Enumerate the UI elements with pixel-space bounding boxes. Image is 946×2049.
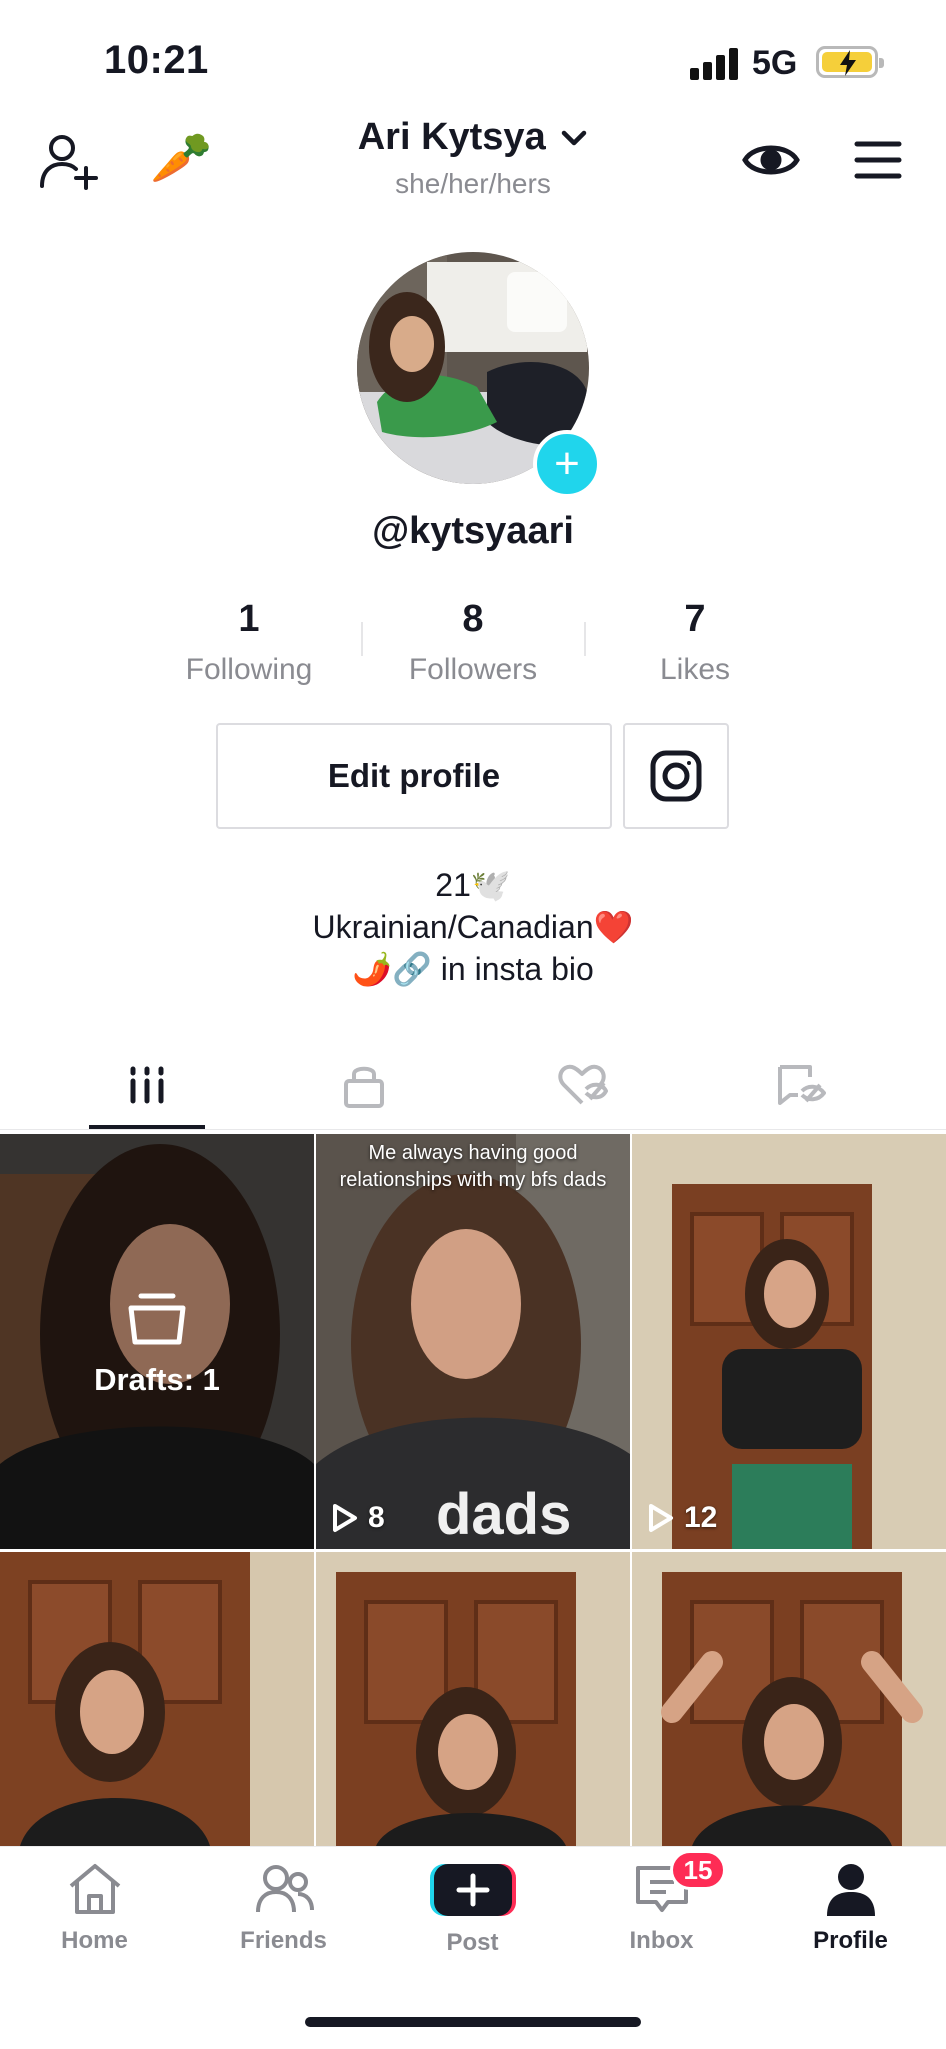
tab-private[interactable] bbox=[246, 1040, 482, 1130]
nav-post-label: Post bbox=[446, 1929, 499, 1956]
nav-inbox-label: Inbox bbox=[629, 1927, 694, 1954]
play-icon bbox=[333, 1504, 357, 1532]
nav-home[interactable]: Home bbox=[0, 1862, 189, 1955]
profile-person-icon bbox=[826, 1864, 875, 1916]
battery-icon bbox=[816, 46, 884, 78]
video-tile[interactable] bbox=[0, 1552, 314, 1846]
drafts-label: Drafts: 1 bbox=[94, 1362, 220, 1397]
nav-friends[interactable]: Friends bbox=[189, 1862, 378, 1955]
post-plus-icon bbox=[429, 1864, 516, 1916]
stat-likes-label: Likes bbox=[659, 653, 731, 686]
home-icon bbox=[69, 1864, 120, 1914]
nav-profile[interactable]: Profile bbox=[756, 1862, 945, 1955]
video-tile[interactable] bbox=[632, 1552, 946, 1846]
nav-home-label: Home bbox=[61, 1927, 128, 1954]
display-name: Ari Kytsya bbox=[357, 116, 546, 158]
bio-line: 🌶️🔗 in insta bio bbox=[352, 951, 594, 987]
friends-icon bbox=[255, 1865, 314, 1913]
view-count-value: 12 bbox=[684, 1501, 718, 1534]
stat-following-label: Following bbox=[185, 653, 313, 686]
nav-profile-label: Profile bbox=[813, 1927, 888, 1954]
status-time: 10:21 bbox=[104, 38, 209, 82]
tab-videos[interactable] bbox=[29, 1040, 265, 1130]
video-tile[interactable]: dads Me always having good relationships… bbox=[316, 1134, 630, 1549]
username: @kytsyaari bbox=[372, 510, 574, 552]
grid-bars-icon bbox=[130, 1066, 164, 1104]
stat-likes[interactable]: 7 Likes bbox=[585, 598, 805, 687]
profile-views-eye-icon[interactable] bbox=[742, 136, 800, 189]
tab-liked[interactable] bbox=[464, 1040, 700, 1130]
tile-caption: Me always having good relationships with… bbox=[339, 1142, 607, 1191]
stat-followers-value: 8 bbox=[462, 598, 484, 640]
video-tile[interactable] bbox=[316, 1552, 630, 1846]
inbox-badge: 15 bbox=[670, 1850, 726, 1890]
nav-inbox[interactable]: Inbox bbox=[567, 1862, 756, 1955]
view-count: 12 bbox=[648, 1501, 717, 1535]
instagram-button[interactable] bbox=[623, 723, 729, 829]
chevron-down-icon bbox=[562, 130, 587, 146]
bio-line: 21🕊️ bbox=[435, 867, 511, 903]
drafts-box-icon bbox=[128, 1293, 186, 1345]
view-count-value: 8 bbox=[368, 1501, 385, 1534]
menu-icon[interactable] bbox=[854, 140, 902, 185]
add-avatar-button[interactable]: + bbox=[533, 430, 601, 498]
home-indicator bbox=[305, 2017, 641, 2027]
nav-post[interactable]: Post bbox=[378, 1862, 567, 1957]
video-tile[interactable]: 12 bbox=[632, 1134, 946, 1549]
drafts-tile[interactable]: Drafts: 1 bbox=[0, 1134, 314, 1549]
lock-icon bbox=[344, 1066, 384, 1108]
tab-favorites-hidden[interactable] bbox=[682, 1040, 918, 1130]
stat-likes-value: 7 bbox=[684, 598, 706, 640]
divider bbox=[0, 1129, 946, 1130]
display-name-switcher[interactable]: Ari Kytsya bbox=[0, 116, 946, 159]
signal-icon bbox=[690, 48, 742, 80]
hidden-heart-icon bbox=[558, 1064, 608, 1105]
stat-following-value: 1 bbox=[238, 598, 260, 640]
svg-text:dads: dads bbox=[436, 1482, 571, 1547]
stat-followers[interactable]: 8 Followers bbox=[363, 598, 583, 687]
nav-friends-label: Friends bbox=[240, 1927, 327, 1954]
network-label: 5G bbox=[752, 44, 798, 82]
pronouns: she/her/hers bbox=[395, 168, 551, 199]
bio-line: Ukrainian/Canadian❤️ bbox=[312, 909, 634, 945]
hidden-bookmark-icon bbox=[778, 1065, 826, 1105]
view-count: 8 bbox=[332, 1501, 385, 1535]
instagram-icon bbox=[650, 750, 702, 802]
play-icon bbox=[649, 1504, 673, 1532]
edit-profile-button[interactable]: Edit profile bbox=[216, 723, 612, 829]
stat-followers-label: Followers bbox=[408, 653, 538, 686]
stat-following[interactable]: 1 Following bbox=[139, 598, 359, 687]
